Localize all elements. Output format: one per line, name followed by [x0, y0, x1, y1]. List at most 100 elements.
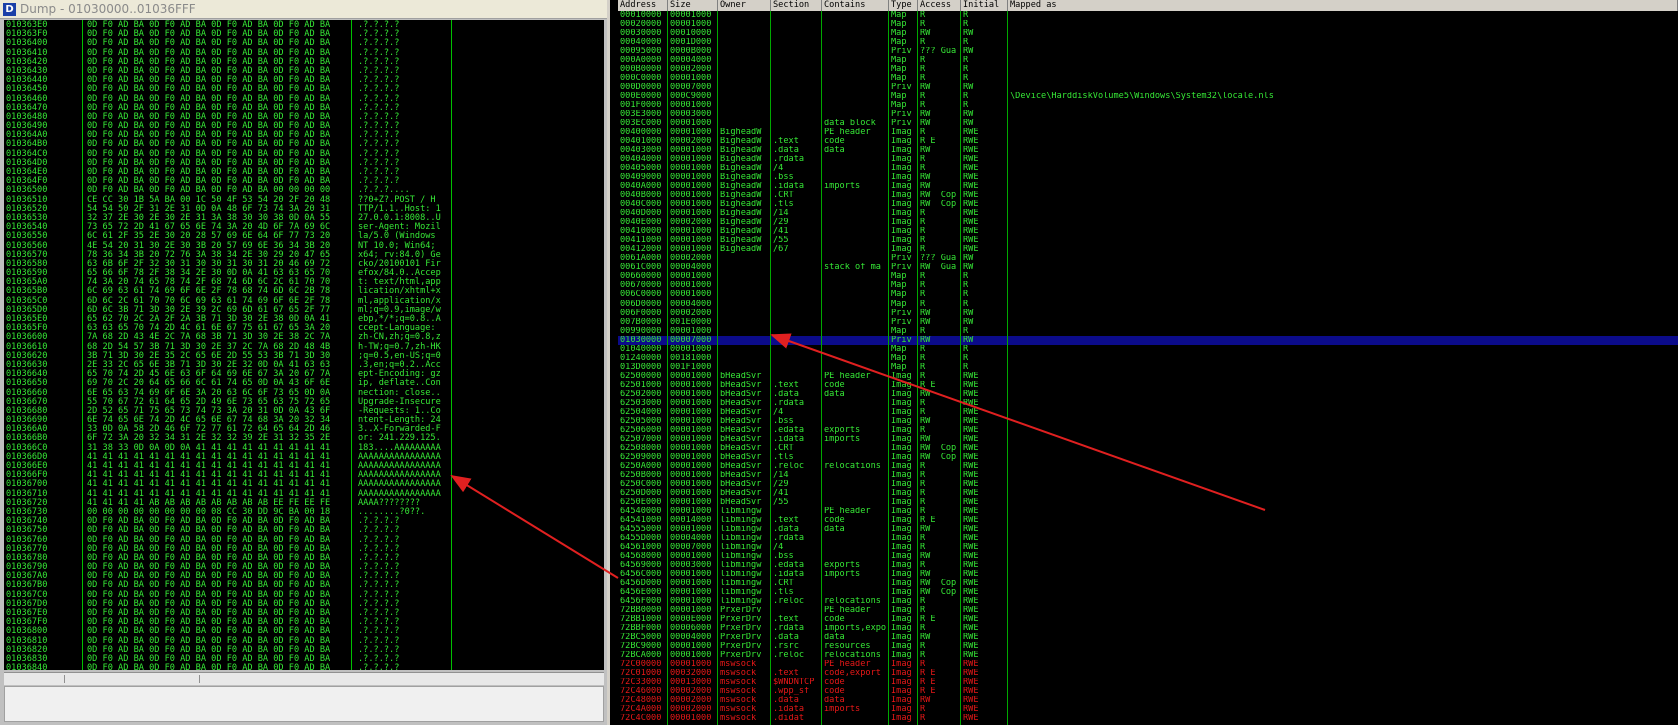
column-header-section[interactable]: Section [771, 0, 822, 11]
cell-access: RW [920, 119, 931, 129]
memory-map-row[interactable]: 00404000 00001000 BigheadW .rdata Imag R RWE [618, 155, 1678, 164]
memory-map-row[interactable]: 00030000 00010000 Map RW RW [618, 29, 1678, 38]
memory-map-row[interactable]: 72BC5000 00004000 PrxerDrv .data data Imag RW R… [618, 633, 1678, 642]
memory-map-row[interactable]: 00400000 00001000 BigheadW PE header Imag R RW… [618, 128, 1678, 137]
memory-map-row[interactable]: 00411000 00001000 BigheadW/55 Imag R RWE [618, 236, 1678, 245]
memory-map-row[interactable]: 6456E000 00001000 libmingw .tls Imag RW Cop RW… [618, 588, 1678, 597]
column-header-access[interactable]: Access [918, 0, 961, 11]
memory-map-row[interactable]: 00020000 00001000 Map R R [618, 20, 1678, 29]
cell-access: R [920, 65, 926, 75]
memory-map-row[interactable]: 72C4C000 00001000 mswsock .didat Imag R RWE [618, 714, 1678, 723]
memory-map-row[interactable]: 00412000 00001000 BigheadW/67 Imag R RWE [618, 245, 1678, 254]
dump-row[interactable]: 01036840 0D F0 AD BA 0D F0 AD BA 0D F0 AD… [6, 663, 441, 670]
memory-map-row[interactable]: 64541000 00014000 libmingw .text code Imag R E… [618, 516, 1678, 525]
column-header-contains[interactable]: Contains [822, 0, 889, 11]
memory-map-row[interactable]: 000C0000 00001000 Map R R [618, 74, 1678, 83]
memory-map-row[interactable]: 6455D000 00004000 libmingw .rdata Imag R RWE [618, 534, 1678, 543]
memory-map-row[interactable]: 00410000 00001000 BigheadW/41 Imag R RWE [618, 227, 1678, 236]
memory-map-row[interactable]: 62509000 00001000 bHeadSvr .tls Imag RW Cop RW… [618, 453, 1678, 462]
memory-map-row[interactable]: 003E3000 00003000 Priv RW RW [618, 110, 1678, 119]
cell-size: 00002000 [670, 65, 712, 75]
memory-map-row[interactable]: 6250B000 00001000 bHeadSvr/14 Imag R RWE [618, 471, 1678, 480]
cell-type: Map [891, 56, 907, 66]
memory-map-row[interactable]: 72C48000 00002000 mswsock .data data Imag RW RW… [618, 696, 1678, 705]
memory-map-row[interactable]: 01030000 00007000 Priv RW RW [618, 335, 1678, 345]
memory-map-row[interactable]: 62501000 00001000 bHeadSvr .text code Imag R E… [618, 381, 1678, 390]
memory-map-row[interactable]: 006C0000 00001000 Map R R [618, 290, 1678, 299]
memory-map-row[interactable]: 72BCA000 00001000 PrxerDrv .reloc relocation… [618, 651, 1678, 660]
memory-map-row[interactable]: 0040B000 00001000 BigheadW .CRT Imag RW Cop RW… [618, 191, 1678, 200]
memory-map-row[interactable]: 00040000 0001D000 Map R R [618, 38, 1678, 47]
memory-map-row[interactable]: 62507000 00001000 bHeadSvr .idata imports Ima… [618, 435, 1678, 444]
memory-map-row[interactable]: 000A0000 00004000 Map R R [618, 56, 1678, 65]
memory-map-row[interactable]: 00095000 0000B000 Priv ??? Gua RW [618, 47, 1678, 56]
memory-map-row[interactable]: 6250D000 00001000 bHeadSvr/41 Imag R RWE [618, 489, 1678, 498]
memory-map-row[interactable]: 64555000 00001000 libmingw .data data Imag RW R… [618, 525, 1678, 534]
column-header-address[interactable]: Address [618, 0, 668, 11]
hex-dump-pane[interactable]: 010363E0 0D F0 AD BA 0D F0 AD BA 0D F0 AD… [4, 20, 604, 670]
memory-map-row[interactable]: 00405000 00001000 BigheadW/4 Imag R RWE [618, 164, 1678, 173]
memory-map-row[interactable]: 000D0000 00007000 Priv RW RW [618, 83, 1678, 92]
memory-map-row[interactable]: 72BBF000 00006000 PrxerDrv .rdata imports,ex… [618, 624, 1678, 633]
memory-map-row[interactable]: 72C4A000 00002000 mswsock .idata imports Imag… [618, 705, 1678, 714]
memory-map-row[interactable]: 6250E000 00001000 bHeadSvr/55 Imag R RWE [618, 498, 1678, 507]
memory-map-rows[interactable]: 00010000 00001000 Map R R 00020000 00001000 Map… [618, 11, 1678, 723]
column-header-mapped-as[interactable]: Mapped as [1008, 0, 1678, 11]
memory-map-row[interactable]: 6250A000 00001000 bHeadSvr .reloc relocation… [618, 462, 1678, 471]
column-header-size[interactable]: Size [668, 0, 718, 11]
memory-map-row[interactable]: 72BB1000 0000E000 PrxerDrv .text code Imag R E… [618, 615, 1678, 624]
memory-map-row[interactable]: 62506000 00001000 bHeadSvr .edata exports Ima… [618, 426, 1678, 435]
memory-map-row[interactable]: 72C00000 00001000 mswsock PE header Imag R RWE [618, 660, 1678, 669]
column-header-type[interactable]: Type [889, 0, 918, 11]
memory-map-row[interactable]: 0040A000 00001000 BigheadW .idata imports Ima… [618, 182, 1678, 191]
memory-map-row[interactable]: 0061C000 00004000 stack of ma Priv RW Gua RW [618, 263, 1678, 272]
memory-map-row[interactable]: 00010000 00001000 Map R R [618, 11, 1678, 20]
memory-map-row[interactable]: 64561000 00007000 libmingw/4 Imag R RWE [618, 543, 1678, 552]
memory-map-row[interactable]: 01240000 00181000 Map R R [618, 354, 1678, 363]
memory-map-row[interactable]: 003EC000 00001000 data block Priv RW RW [618, 119, 1678, 128]
memory-map-row[interactable]: 00403000 00001000 BigheadW .data data Imag RW R… [618, 146, 1678, 155]
memory-map-row[interactable]: 00409000 00001000 BigheadW .bss Imag RW RWE [618, 173, 1678, 182]
memory-map-row[interactable]: 64569000 00003000 libmingw .edata exports Ima… [618, 561, 1678, 570]
memory-map-row[interactable]: 000E0000 000C9000 Map R R \Device\HarddiskVol… [618, 92, 1678, 101]
cell-address: 00660000 [620, 272, 662, 282]
memory-map-row[interactable]: 006F0000 00002000 Priv RW RW [618, 309, 1678, 318]
memory-map-row[interactable]: 72BB0000 00001000 PrxerDrv PE header Imag R RW… [618, 606, 1678, 615]
memory-map-row[interactable]: 0061A000 00002000 Priv ??? Gua RW [618, 254, 1678, 263]
memory-map-row[interactable]: 6456C000 00001000 libmingw .idata imports Ima… [618, 570, 1678, 579]
memory-map-row[interactable]: 0040D000 00001000 BigheadW/14 Imag R RWE [618, 209, 1678, 218]
memory-map-row[interactable]: 0040E000 00002000 BigheadW/29 Imag R RWE [618, 218, 1678, 227]
memory-map-row[interactable]: 62504000 00001000 bHeadSvr/4 Imag R RWE [618, 408, 1678, 417]
memory-map-row[interactable]: 72C46000 00002000 mswsock .wpp_sf code Imag R … [618, 687, 1678, 696]
memory-map-row[interactable]: 006D0000 00004000 Map R R [618, 300, 1678, 309]
memory-map-row[interactable]: 6250C000 00001000 bHeadSvr/29 Imag R RWE [618, 480, 1678, 489]
memory-map-row[interactable]: 001F0000 00001000 Map R R [618, 101, 1678, 110]
memory-map-row[interactable]: 64540000 00001000 libmingw PE header Imag R RW… [618, 507, 1678, 516]
memory-map-row[interactable]: 62500000 00001000 bHeadSvr PE header Imag R RW… [618, 372, 1678, 381]
memory-map-row[interactable]: 6456D000 00001000 libmingw .CRT Imag RW Cop RW… [618, 579, 1678, 588]
memory-map-row[interactable]: 00670000 00001000 Map R R [618, 281, 1678, 290]
memory-map-row[interactable]: 00401000 00002000 BigheadW .text code Imag R E… [618, 137, 1678, 146]
memory-map-row[interactable]: 62508000 00001000 bHeadSvr .CRT Imag RW Cop RW… [618, 444, 1678, 453]
dump-titlebar[interactable]: D Dump - 01030000..01036FFF [0, 0, 607, 19]
column-header-owner[interactable]: Owner [718, 0, 771, 11]
memory-map-row[interactable]: 72C01000 00032000 mswsock .text code,export I… [618, 669, 1678, 678]
memory-map-row[interactable]: 000B0000 00002000 Map R R [618, 65, 1678, 74]
cell-address: 0040D000 [620, 209, 662, 219]
column-header-initial[interactable]: Initial [961, 0, 1008, 11]
memory-map-row[interactable]: 6456F000 00001000 libmingw .reloc relocation… [618, 597, 1678, 606]
cell-type: Imag [891, 524, 912, 534]
memory-map-row[interactable]: 00660000 00001000 Map R R [618, 272, 1678, 281]
memory-map-row[interactable]: 62503000 00001000 bHeadSvr .rdata Imag R RWE [618, 399, 1678, 408]
memory-map-row[interactable]: 62505000 00001000 bHeadSvr .bss Imag RW RWE [618, 417, 1678, 426]
cell-access: R E [920, 678, 936, 688]
memory-map-row[interactable]: 00990000 00001000 Map R R [618, 327, 1678, 336]
memory-map-row[interactable]: 64568000 00001000 libmingw .bss Imag RW RWE [618, 552, 1678, 561]
memory-map-row[interactable]: 007B0000 001E0000 Priv RW RW [618, 318, 1678, 327]
memory-map-row[interactable]: 013D0000 001F1000 Map R R [618, 363, 1678, 372]
memory-map-row[interactable]: 01040000 00001000 Map R R [618, 345, 1678, 354]
memory-map-row[interactable]: 72BC9000 00001000 PrxerDrv .rsrc resources Im… [618, 642, 1678, 651]
memory-map-row[interactable]: 72C33000 00013000 mswsock $WNDNTCP code Imag R… [618, 678, 1678, 687]
memory-map-row[interactable]: 62502000 00001000 bHeadSvr .data data Imag RW R… [618, 390, 1678, 399]
memory-map-row[interactable]: 0040C000 00001000 BigheadW .tls Imag RW Cop RW… [618, 200, 1678, 209]
